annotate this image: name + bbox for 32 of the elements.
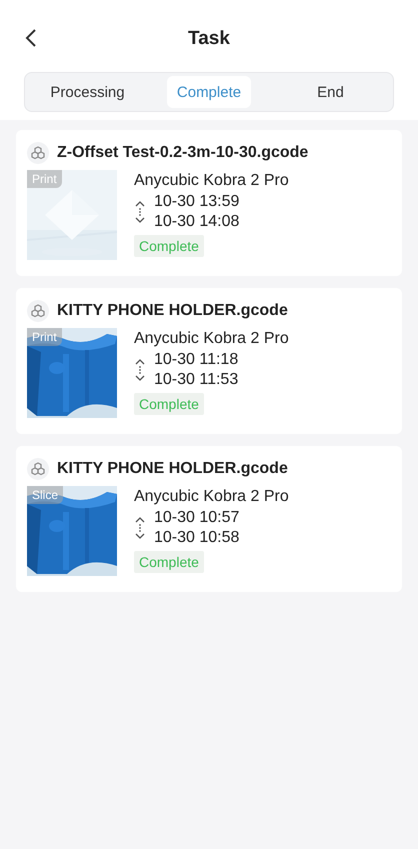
start-end-icon bbox=[134, 515, 146, 541]
status-badge: Complete bbox=[134, 551, 204, 573]
status-badge: Complete bbox=[134, 393, 204, 415]
task-card[interactable]: KITTY PHONE HOLDER.gcode Print Anycubic Kobra 2 Pro 10-30 11:18 10-30 11:53 Complete bbox=[16, 288, 402, 434]
end-time: 10-30 11:53 bbox=[154, 370, 238, 390]
task-card[interactable]: KITTY PHONE HOLDER.gcode Slice Anycubic Kobra 2 Pro 10-30 10:57 10-30 10:58 Complete bbox=[16, 446, 402, 592]
file-name: Z-Offset Test-0.2-3m-10-30.gcode bbox=[57, 144, 308, 162]
file-icon bbox=[27, 300, 49, 322]
thumbnail-tag: Slice bbox=[27, 486, 64, 504]
start-time: 10-30 13:59 bbox=[154, 192, 240, 212]
tab[interactable]: End bbox=[271, 76, 390, 108]
file-icon bbox=[27, 458, 49, 480]
printer-name: Anycubic Kobra 2 Pro bbox=[134, 330, 289, 348]
start-end-icon bbox=[134, 357, 146, 383]
end-time: 10-30 10:58 bbox=[154, 528, 240, 548]
thumbnail-tag: Print bbox=[27, 328, 62, 346]
start-time: 10-30 10:57 bbox=[154, 508, 240, 528]
start-time: 10-30 11:18 bbox=[154, 350, 238, 370]
back-icon bbox=[25, 28, 37, 48]
task-card[interactable]: Z-Offset Test-0.2-3m-10-30.gcode Print Anycubic Kobra 2 Pro 10-30 13:59 10-30 14:08 Complete bbox=[16, 130, 402, 276]
start-end-icon bbox=[134, 199, 146, 225]
end-time: 10-30 14:08 bbox=[154, 212, 240, 232]
file-name: KITTY PHONE HOLDER.gcode bbox=[57, 460, 288, 478]
tab[interactable]: Complete bbox=[167, 76, 251, 108]
thumbnail-tag: Print bbox=[27, 170, 62, 188]
status-badge: Complete bbox=[134, 235, 204, 257]
file-name: KITTY PHONE HOLDER.gcode bbox=[57, 302, 288, 320]
printer-name: Anycubic Kobra 2 Pro bbox=[134, 172, 289, 190]
tab[interactable]: Processing bbox=[28, 76, 147, 108]
page-title: Task bbox=[188, 28, 230, 50]
file-icon bbox=[27, 142, 49, 164]
printer-name: Anycubic Kobra 2 Pro bbox=[134, 488, 289, 506]
